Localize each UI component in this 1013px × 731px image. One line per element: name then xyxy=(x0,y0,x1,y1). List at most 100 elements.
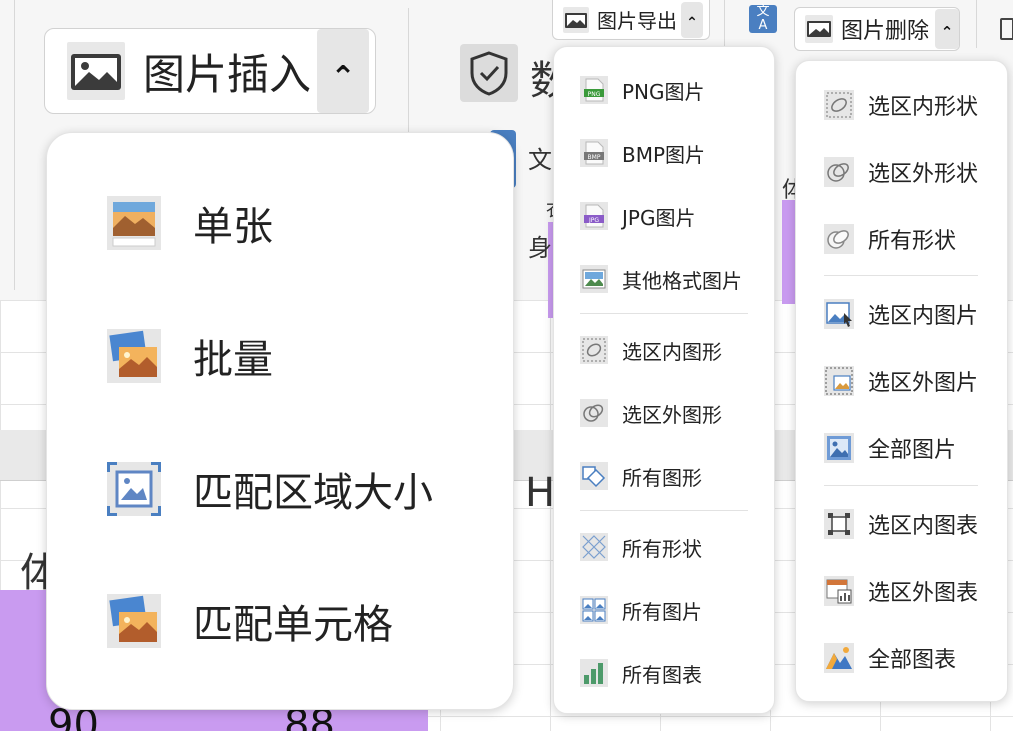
menu-item-label: 选区内图片 xyxy=(868,304,979,329)
menu-item-label: 选区内图表 xyxy=(868,514,979,539)
menu-item-label: 所有图形 xyxy=(622,465,702,490)
shape-outside-selection-icon xyxy=(580,399,608,427)
all-pictures-icon xyxy=(824,433,854,463)
ribbon-divider xyxy=(724,0,725,48)
charts-outside-selection-icon xyxy=(824,576,854,606)
menu-item-all-pictures[interactable]: 全部图片 xyxy=(824,432,956,464)
picture-insert-menu: 单张 批量 匹配区域大小 匹配单元格 xyxy=(46,132,514,710)
menu-item-shape-outside-selection[interactable]: 选区外图形 xyxy=(580,398,722,428)
pictures-in-selection-icon xyxy=(824,299,854,329)
menu-separator xyxy=(580,510,748,511)
menu-item-png[interactable]: PNG PNG图片 xyxy=(580,75,705,105)
menu-item-label: 其他格式图片 xyxy=(622,268,742,293)
menu-item-label: 全部图表 xyxy=(868,648,957,673)
menu-item-shape-in-selection[interactable]: 选区内图形 xyxy=(580,335,722,365)
menu-item-label: 匹配单元格 xyxy=(193,602,393,648)
menu-item-charts-outside-selection[interactable]: 选区外图表 xyxy=(824,575,978,607)
menu-item-label: 全部图片 xyxy=(868,438,957,463)
shape-in-selection-icon xyxy=(580,336,608,364)
ribbon-divider xyxy=(976,0,977,48)
menu-separator xyxy=(580,313,748,314)
pictures-outside-selection-icon xyxy=(824,366,854,396)
chevron-up-icon: ⌃ xyxy=(330,59,356,95)
jpg-file-icon: JPG xyxy=(580,202,608,230)
picture-delete-button[interactable]: 图片删除 ⌃ xyxy=(794,7,960,51)
batch-images-icon xyxy=(105,327,163,385)
menu-item-label: 选区外图表 xyxy=(868,581,979,606)
picture-icon xyxy=(67,42,125,100)
menu-item-all-forms[interactable]: 所有形状 xyxy=(824,223,956,255)
menu-item-charts-in-selection[interactable]: 选区内图表 xyxy=(824,508,978,540)
menu-item-all-charts[interactable]: 所有图表 xyxy=(580,658,702,688)
all-forms-icon xyxy=(824,224,854,254)
menu-item-label: BMP图片 xyxy=(622,142,706,167)
menu-item-label: 所有形状 xyxy=(622,536,702,561)
cell-fragment: H xyxy=(525,470,556,516)
picture-icon xyxy=(563,6,589,33)
picture-delete-label: 图片删除 xyxy=(841,19,930,44)
menu-item-all-forms[interactable]: 所有形状 xyxy=(580,532,702,562)
note-icon[interactable] xyxy=(1000,18,1013,40)
chevron-up-icon: ⌃ xyxy=(686,14,698,31)
fit-cell-icon xyxy=(105,592,163,650)
picture-export-label: 图片导出 xyxy=(597,9,677,33)
menu-item-label: 选区外图形 xyxy=(622,402,722,427)
fit-range-icon xyxy=(105,460,163,518)
picture-delete-menu: 选区内形状 选区外形状 所有形状 选区内图片 选区外图片 全部图片 选区内图表 … xyxy=(795,60,1008,702)
menu-item-single[interactable]: 单张 xyxy=(105,193,273,253)
forms-in-selection-icon xyxy=(824,90,854,120)
menu-item-label: 匹配区域大小 xyxy=(193,470,433,516)
menu-item-all-shapes[interactable]: 所有图形 xyxy=(580,461,702,491)
picture-delete-caret-button[interactable]: ⌃ xyxy=(935,9,959,49)
all-charts-icon xyxy=(824,643,854,673)
menu-item-batch[interactable]: 批量 xyxy=(105,326,273,386)
menu-item-fit-range[interactable]: 匹配区域大小 xyxy=(105,459,433,519)
menu-item-other-format[interactable]: 其他格式图片 xyxy=(580,264,742,294)
other-format-icon xyxy=(580,265,608,293)
menu-item-label: JPG图片 xyxy=(622,205,696,230)
menu-item-fit-cell[interactable]: 匹配单元格 xyxy=(105,591,393,651)
chevron-up-icon: ⌃ xyxy=(940,23,954,41)
svg-text:BMP: BMP xyxy=(588,154,601,161)
picture-insert-button[interactable]: 图片插入 ⌃ xyxy=(44,28,376,114)
menu-item-jpg[interactable]: JPG JPG图片 xyxy=(580,201,695,231)
charts-in-selection-icon xyxy=(824,509,854,539)
ribbon-partial-label: 文 xyxy=(528,146,552,174)
picture-export-menu: PNG PNG图片 BMP BMP图片 JPG JPG图片 其他格式图片 选区内… xyxy=(553,46,775,714)
svg-text:JPG: JPG xyxy=(588,217,599,224)
picture-export-button[interactable]: 图片导出 ⌃ xyxy=(552,0,710,40)
menu-item-label: 批量 xyxy=(193,337,273,383)
menu-item-label: 所有形状 xyxy=(868,229,957,254)
menu-separator xyxy=(824,275,978,276)
menu-item-forms-outside-selection[interactable]: 选区外形状 xyxy=(824,156,978,188)
all-charts-icon xyxy=(580,659,608,687)
ribbon-divider xyxy=(14,0,15,290)
all-forms-icon xyxy=(580,533,608,561)
shield-icon[interactable] xyxy=(460,44,518,102)
menu-item-label: PNG图片 xyxy=(622,79,705,104)
all-pictures-icon xyxy=(580,596,608,624)
menu-item-pictures-outside-selection[interactable]: 选区外图片 xyxy=(824,365,978,397)
translate-icon[interactable]: 文A xyxy=(749,5,777,33)
menu-item-forms-in-selection[interactable]: 选区内形状 xyxy=(824,89,978,121)
picture-insert-label: 图片插入 xyxy=(143,49,312,99)
highlighted-cells-strip-2 xyxy=(782,200,796,304)
menu-item-all-charts[interactable]: 全部图表 xyxy=(824,642,956,674)
menu-item-label: 单张 xyxy=(193,204,273,250)
menu-item-label: 所有图片 xyxy=(622,599,702,624)
menu-separator xyxy=(824,485,978,486)
picture-export-caret-button[interactable]: ⌃ xyxy=(681,1,703,38)
png-file-icon: PNG xyxy=(580,76,608,104)
menu-item-pictures-in-selection[interactable]: 选区内图片 xyxy=(824,298,978,330)
menu-item-bmp[interactable]: BMP BMP图片 xyxy=(580,138,705,168)
picture-insert-caret-button[interactable]: ⌃ xyxy=(317,29,370,113)
single-image-icon xyxy=(105,194,163,252)
app-window: 数 文 身 文A 体 H 体 衣 90 88 图片插入 ⌃ xyxy=(0,0,1013,731)
menu-item-all-pictures[interactable]: 所有图片 xyxy=(580,595,702,625)
menu-item-label: 所有图表 xyxy=(622,662,702,687)
all-shapes-icon xyxy=(580,462,608,490)
forms-outside-selection-icon xyxy=(824,157,854,187)
ribbon-partial-label: 身 xyxy=(528,234,552,262)
bmp-file-icon: BMP xyxy=(580,139,608,167)
picture-icon xyxy=(805,15,833,43)
